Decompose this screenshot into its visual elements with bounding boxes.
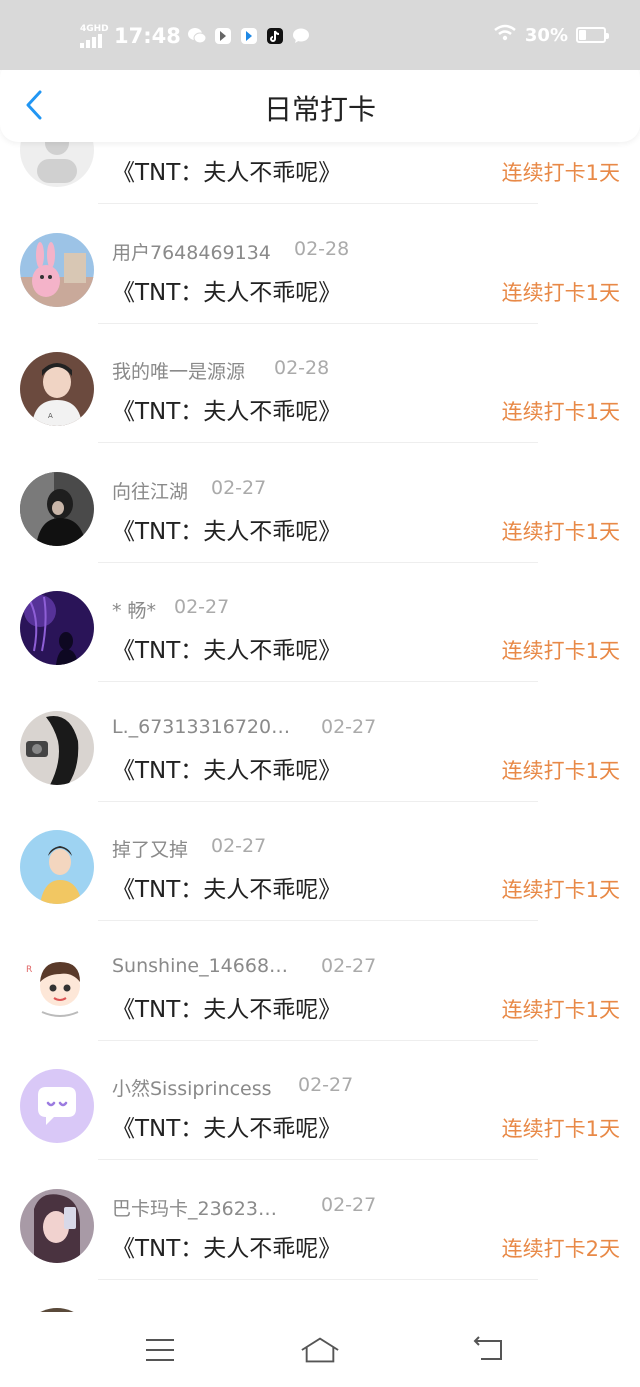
streak-label: 连续打卡1天 bbox=[501, 280, 620, 305]
checkin-date: 02-27 bbox=[321, 1193, 377, 1216]
user-name: 用户7648469134 bbox=[112, 241, 271, 264]
list-item[interactable]: 《TNT：夫人不乖呢》 连续打卡1天 bbox=[0, 142, 640, 204]
list-item[interactable]: 向往江湖 02-27 《TNT：夫人不乖呢》 连续打卡1天 bbox=[0, 444, 640, 563]
list-item[interactable]: 用户7648469134 02-28 《TNT：夫人不乖呢》 连续打卡1天 bbox=[0, 205, 640, 324]
checkin-date: 02-27 bbox=[298, 1074, 354, 1096]
battery-level bbox=[579, 30, 586, 40]
streak-label: 连续打卡1天 bbox=[501, 161, 620, 185]
app-icon bbox=[213, 26, 233, 46]
book-title: 《TNT：夫人不乖呢》 bbox=[112, 518, 342, 545]
list-item[interactable]: R Sunshine_14668… 02-27 《TNT：夫人不乖呢》 连续打卡1天 bbox=[0, 922, 640, 1041]
user-name: L._67313316720… bbox=[112, 715, 291, 738]
checkin-date: 02-28 bbox=[274, 357, 330, 379]
streak-label: 连续打卡1天 bbox=[501, 878, 620, 902]
user-name: 小然Sissiprincess bbox=[112, 1078, 272, 1100]
book-title: 《TNT：夫人不乖呢》 bbox=[112, 279, 342, 306]
checkin-date: 02-27 bbox=[211, 835, 267, 857]
avatar[interactable] bbox=[20, 232, 94, 307]
checkin-date: 02-27 bbox=[211, 476, 267, 499]
checkin-list[interactable]: 《TNT：夫人不乖呢》 连续打卡1天 用户7648469134 02-28 《TNT：夫… bbox=[0, 142, 640, 1312]
streak-label: 连续打卡1天 bbox=[501, 519, 620, 544]
system-nav-bar bbox=[0, 1312, 640, 1387]
checkin-date: 02-27 bbox=[321, 954, 377, 977]
list-item[interactable]: 掉了又掉 02-27 《TNT：夫人不乖呢》 连续打卡1天 bbox=[0, 802, 640, 921]
app-icon-blue bbox=[239, 26, 259, 46]
page-title: 日常打卡 bbox=[263, 93, 376, 126]
book-title: 《TNT：夫人不乖呢》 bbox=[112, 638, 342, 664]
avatar[interactable] bbox=[20, 591, 94, 665]
avatar[interactable] bbox=[20, 471, 94, 546]
book-title: 《TNT：夫人不乖呢》 bbox=[112, 160, 342, 186]
book-title: 《TNT：夫人不乖呢》 bbox=[112, 1116, 342, 1142]
list-item[interactable]: A 我的唯一是源源 02-28 《TNT：夫人不乖呢》 连续打卡1天 bbox=[0, 324, 640, 443]
battery-percent: 30% bbox=[524, 24, 568, 46]
avatar[interactable] bbox=[20, 142, 94, 187]
message-icon bbox=[291, 26, 311, 46]
list-item[interactable]: * 畅* 02-27 《TNT：夫人不乖呢》 连续打卡1天 bbox=[0, 563, 640, 682]
streak-label: 连续打卡1天 bbox=[501, 758, 620, 783]
status-bar: 4GHD 17:48 30% bbox=[0, 0, 640, 70]
streak-label: 连续打卡2天 bbox=[501, 1236, 620, 1261]
book-title: 《TNT：夫人不乖呢》 bbox=[112, 877, 342, 903]
avatar[interactable] bbox=[20, 1069, 94, 1143]
svg-text:R: R bbox=[26, 965, 32, 975]
home-icon[interactable] bbox=[300, 1330, 340, 1370]
avatar[interactable] bbox=[20, 830, 94, 904]
signal-icon: 4GHD bbox=[80, 24, 109, 48]
tiktok-icon bbox=[265, 26, 285, 46]
list-item[interactable]: 巴卡玛卡_23623… 02-27 《TNT：夫人不乖呢》 连续打卡2天 bbox=[0, 1161, 640, 1280]
svg-text:A: A bbox=[48, 412, 53, 420]
battery-icon bbox=[576, 27, 609, 43]
book-title: 《TNT：夫人不乖呢》 bbox=[112, 1235, 342, 1262]
checkin-date: 02-27 bbox=[174, 596, 230, 618]
back-icon[interactable] bbox=[468, 1330, 508, 1370]
list-item[interactable]: 小然Sissiprincess 02-27 《TNT：夫人不乖呢》 连续打卡1天 bbox=[0, 1041, 640, 1160]
streak-label: 连续打卡1天 bbox=[501, 997, 620, 1022]
wifi-icon bbox=[493, 24, 517, 46]
network-type: 4GHD bbox=[80, 24, 109, 34]
clock: 17:48 bbox=[114, 24, 181, 48]
user-name: 巴卡玛卡_23623… bbox=[112, 1197, 277, 1220]
avatar[interactable]: A bbox=[20, 352, 94, 426]
user-name: * 畅* bbox=[112, 600, 157, 622]
streak-label: 连续打卡1天 bbox=[501, 1117, 620, 1141]
checkin-date: 02-27 bbox=[321, 715, 377, 738]
book-title: 《TNT：夫人不乖呢》 bbox=[112, 996, 342, 1023]
list-item[interactable]: L._67313316720… 02-27 《TNT：夫人不乖呢》 连续打卡1天 bbox=[0, 683, 640, 802]
book-title: 《TNT：夫人不乖呢》 bbox=[112, 757, 342, 784]
avatar[interactable]: R bbox=[20, 949, 94, 1024]
menu-icon[interactable] bbox=[140, 1330, 180, 1370]
user-name: 向往江湖 bbox=[112, 480, 189, 503]
checkin-date: 02-28 bbox=[294, 237, 350, 260]
wechat-icon bbox=[187, 26, 207, 46]
user-name: 掉了又掉 bbox=[112, 839, 189, 861]
list-item[interactable] bbox=[0, 1280, 640, 1312]
streak-label: 连续打卡1天 bbox=[501, 400, 620, 424]
app-header: 日常打卡 bbox=[0, 60, 640, 142]
user-name: Sunshine_14668… bbox=[112, 954, 289, 977]
streak-label: 连续打卡1天 bbox=[501, 639, 620, 663]
book-title: 《TNT：夫人不乖呢》 bbox=[112, 399, 342, 425]
avatar[interactable] bbox=[20, 710, 94, 785]
user-name: 我的唯一是源源 bbox=[112, 361, 246, 383]
avatar[interactable] bbox=[20, 1188, 94, 1263]
